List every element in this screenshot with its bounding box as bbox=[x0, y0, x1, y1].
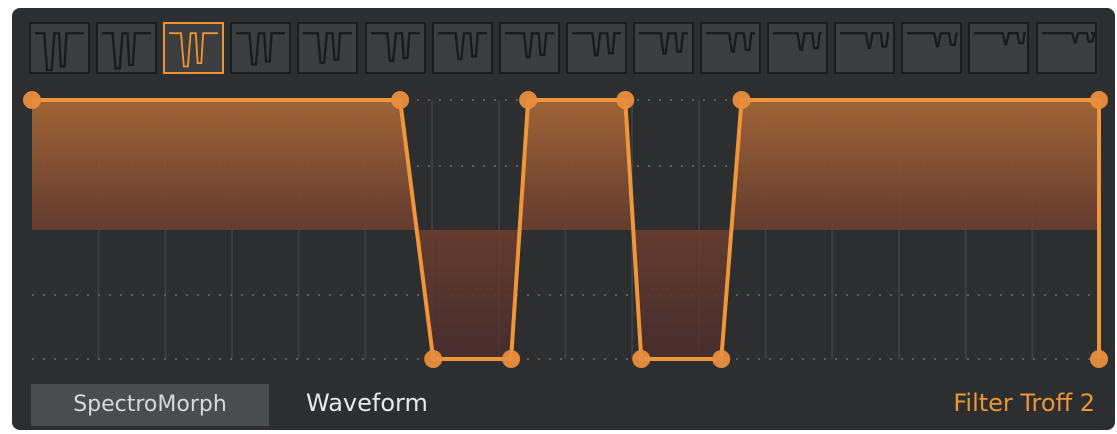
control-point[interactable] bbox=[424, 350, 443, 368]
control-point[interactable] bbox=[391, 91, 410, 109]
control-point[interactable] bbox=[502, 350, 521, 368]
control-point[interactable] bbox=[732, 91, 751, 109]
control-point[interactable] bbox=[519, 91, 538, 109]
waveform-label: Waveform bbox=[306, 389, 428, 417]
control-point[interactable] bbox=[632, 350, 651, 368]
control-point[interactable] bbox=[1090, 350, 1108, 368]
control-point[interactable] bbox=[712, 350, 731, 368]
control-point[interactable] bbox=[23, 91, 41, 109]
preset-name-label: Filter Troff 2 bbox=[953, 389, 1095, 417]
wavetable-panel: SpectroMorph Waveform Filter Troff 2 bbox=[12, 8, 1115, 430]
control-point[interactable] bbox=[1090, 91, 1108, 109]
waveform-editor[interactable] bbox=[12, 8, 1115, 430]
spectromorph-button[interactable]: SpectroMorph bbox=[31, 384, 269, 426]
control-point[interactable] bbox=[616, 91, 635, 109]
